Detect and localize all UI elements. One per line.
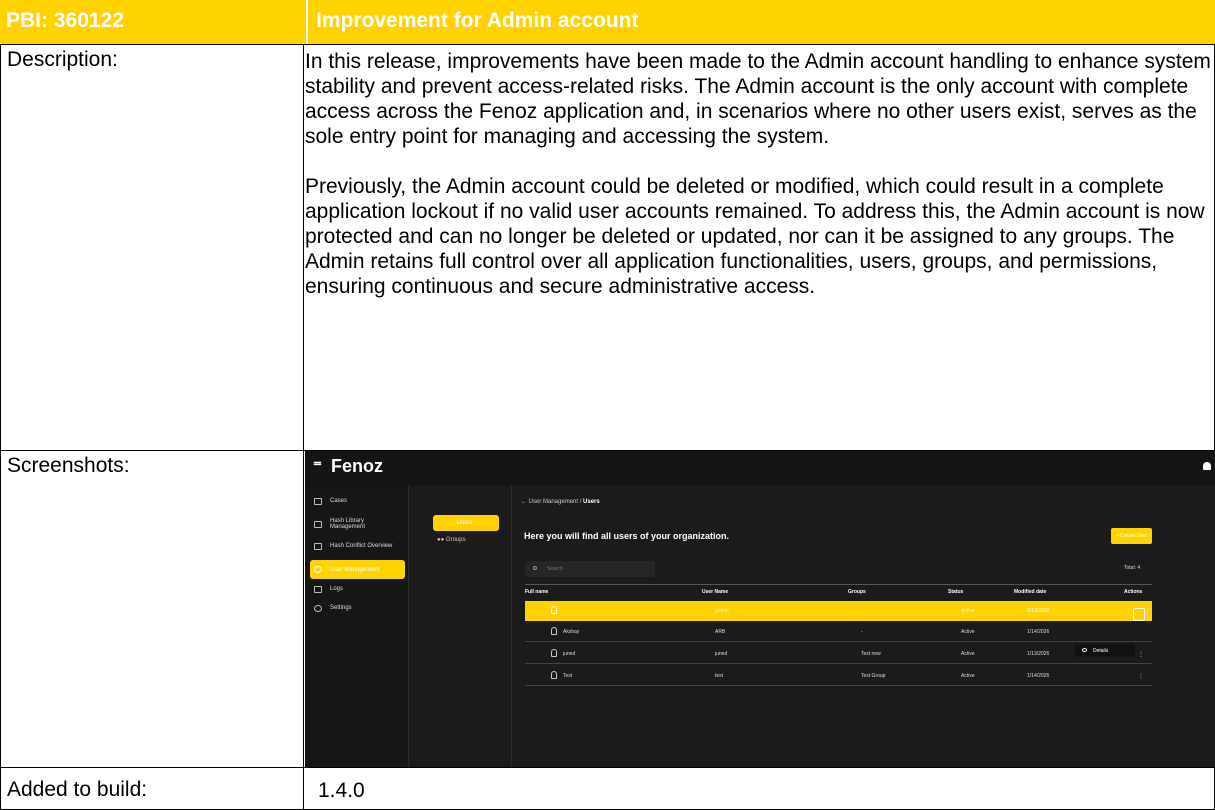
description-paragraph-1: In this release, improvements have been … [305,50,1211,148]
folder-icon [314,497,322,505]
search-input: Search [525,561,655,577]
cell-user-name: juned [715,651,728,657]
app-logo: Fenoz [331,456,383,476]
header-divider [525,584,1152,585]
conflict-icon [314,542,322,550]
eye-icon [1082,648,1087,652]
app-screenshot: ⁼ Fenoz Cases Hash Library Management Ha… [305,451,1215,767]
page-title: Here you will find all users of your org… [524,531,730,541]
back-arrow-icon: ← [521,499,527,505]
logo-mark-icon: ⁼ [313,457,322,476]
breadcrumb: ← User Management / Users [521,499,600,505]
subnav-groups-label: Groups [445,537,466,543]
users-main: ← User Management / Users Here you will … [512,485,1215,767]
actions-button [1133,608,1145,621]
column-header-modified-date: Modified date [1014,589,1047,595]
sidebar-item-label: Cases [330,498,348,504]
cell-modified: 1/13/2026 [1027,651,1050,657]
cell-status: Active [961,673,975,679]
user-icon [551,627,557,635]
column-header-groups: Groups [848,589,866,595]
sidebar-item-user-management: User Management [310,560,405,579]
screenshots-row: Screenshots: ⁼ Fenoz Cases Hash Library … [0,450,1215,767]
cell-user-name: admin [715,608,729,614]
pbi-id: PBI: 360122 [0,0,306,44]
breadcrumb-current: Users [583,499,600,505]
pbi-title: Improvement for Admin account [306,0,1215,44]
cell-modified: 1/14/2026 [1027,629,1050,635]
column-header-actions: Actions [1124,589,1143,595]
user-icon [551,649,557,657]
cell-modified: 1/14/2026 [1027,673,1050,679]
actions-dropdown: Details [1075,644,1135,657]
build-label: Added to build: [0,767,303,810]
user-icon [314,566,322,573]
header-row: PBI: 360122 Improvement for Admin accoun… [0,0,1215,44]
description-label: Description: [0,44,303,450]
cell-status: Active [961,629,975,635]
cell-user-name: test [715,673,724,679]
breadcrumb-parent: User Management [528,499,579,505]
app-topbar: ⁼ Fenoz [305,451,1215,485]
kebab-menu-icon: ⋮ [1138,674,1144,680]
cell-status: Active [961,608,975,614]
sidebar-item-label: User Management [330,566,380,573]
screenshot-cell: ⁼ Fenoz Cases Hash Library Management Ha… [303,450,1215,767]
search-icon [533,566,537,570]
table-row: Akshay ARB - Active 1/14/2026 [525,622,1152,642]
library-icon [314,520,322,528]
cell-full-name: Test [563,673,573,679]
column-header-full-name: Full name [525,589,549,595]
sidebar-item-settings: Settings [310,602,405,614]
user-icon [551,606,557,614]
user-management-subnav: Users ●● Groups [409,485,512,767]
bell-icon [1203,462,1211,470]
sidebar-item-label: Hash Library Management [330,518,366,530]
cell-groups: Test Group [861,673,886,679]
screenshots-label: Screenshots: [0,450,303,767]
sidebar-item-label: Settings [330,605,352,611]
description-row: Description: In this release, improvemen… [0,44,1215,450]
column-header-user-name: User Name [702,589,729,595]
subnav-users: Users [433,515,499,531]
kebab-menu-icon: ⋮ [1138,652,1144,658]
description-paragraph-2: Previously, the Admin account could be d… [305,175,1205,298]
table-row: admin - Active 1/13/2026 [525,601,1152,621]
table-row: Test test Test Group Active 1/14/2026 ⋮ [525,666,1152,686]
groups-icon: ●● [437,537,445,543]
cell-user-name: ARB [715,629,726,635]
cell-full-name: Akshay [563,629,580,635]
table-row: juned juned Test new Active 1/13/2026 ⋮ [525,644,1152,664]
description-text: In this release, improvements have been … [303,44,1215,450]
release-note-table: PBI: 360122 Improvement for Admin accoun… [0,0,1215,810]
cell-status: Active [961,651,975,657]
search-placeholder: Search [547,566,563,572]
breadcrumb-separator: / [579,499,582,505]
sidebar-item-label: Logs [330,586,344,592]
build-value: 1.4.0 [303,767,1215,810]
sidebar-item-cases: Cases [310,495,405,507]
cell-groups: - [861,629,863,635]
details-menu-item: Details [1093,648,1109,654]
build-row: Added to build: 1.4.0 [0,767,1215,810]
create-user-button: + Create User [1111,528,1152,544]
cell-groups: - [861,608,863,614]
user-icon [551,671,557,679]
sidebar-item-logs: Logs [310,583,405,595]
total-count: Total: 4 [1124,565,1141,571]
sidebar-item-label: Hash Conflict Overview [330,543,393,549]
column-header-status: Status [948,589,964,595]
subnav-groups: ●● Groups [437,537,466,543]
sidebar-item-hash-conflict: Hash Conflict Overview [310,540,405,552]
gear-icon [314,604,322,612]
file-icon [314,585,322,593]
cell-full-name: juned [563,651,576,657]
cell-groups: Test new [861,651,881,657]
sidebar-item-hash-library: Hash Library Management [310,515,390,533]
app-sidebar: Cases Hash Library Management Hash Confl… [305,485,409,767]
cell-modified: 1/13/2026 [1027,608,1050,614]
